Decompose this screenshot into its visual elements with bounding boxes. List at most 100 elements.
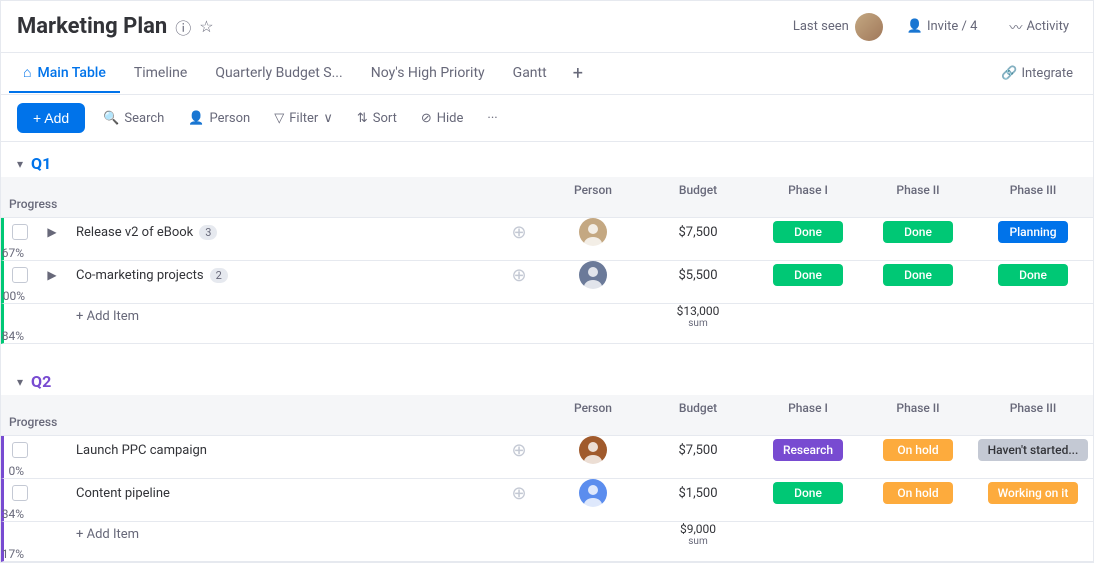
sum-progress-pct: 17% xyxy=(0,547,24,561)
row-checkbox[interactable] xyxy=(4,267,36,283)
row-progress-cell: 0% xyxy=(4,464,36,478)
tab-main-table[interactable]: ⌂ Main Table xyxy=(9,54,120,93)
add-button[interactable]: + Add xyxy=(17,103,85,133)
row-name-cell: Content pipeline xyxy=(68,486,495,501)
row-name-text: Co-marketing projects xyxy=(76,268,204,283)
integrate-label: Integrate xyxy=(1021,66,1073,81)
row-checkbox[interactable] xyxy=(4,442,36,458)
q2-col-budget-header: Budget xyxy=(643,401,753,415)
table-row: ▶ Co-marketing projects 2 ⊕ $5,500 Done … xyxy=(1,261,1093,304)
header-left: Marketing Plan ⓘ ☆ xyxy=(17,14,214,39)
person-filter-icon: 👤 xyxy=(188,111,204,126)
row-badge: 2 xyxy=(210,268,228,283)
tab-timeline[interactable]: Timeline xyxy=(120,55,201,93)
progress-pct: 67% xyxy=(0,246,24,260)
search-icon: 🔍 xyxy=(103,111,119,126)
q1-table-header: Person Budget Phase I Phase II Phase III… xyxy=(1,177,1093,218)
phase2-badge: Done xyxy=(883,264,953,286)
home-icon: ⌂ xyxy=(23,64,31,81)
activity-label: Activity xyxy=(1026,19,1069,34)
checkbox-input[interactable] xyxy=(12,267,28,283)
hide-button[interactable]: ⊘ Hide xyxy=(411,105,474,132)
q2-col-phase3-header: Phase III xyxy=(973,401,1093,415)
progress-pct: 100% xyxy=(0,289,24,303)
more-button[interactable]: ··· xyxy=(477,105,507,132)
q1-add-item-row: + Add Item $13,000 sum 84% xyxy=(1,304,1093,344)
group-q1-header: ▾ Q1 xyxy=(1,142,1093,177)
person-icon: 👤 xyxy=(907,19,923,34)
person-label: Person xyxy=(210,111,251,126)
q2-add-item-button[interactable]: + Add Item xyxy=(68,527,495,542)
avatar xyxy=(855,13,883,41)
table-row: Content pipeline ⊕ $1,500 Done On hold W… xyxy=(1,479,1093,522)
table-row: Launch PPC campaign ⊕ $7,500 Research On… xyxy=(1,436,1093,479)
row-add-icon[interactable]: ⊕ xyxy=(495,222,543,243)
row-name-cell: Launch PPC campaign xyxy=(68,443,495,458)
q1-chevron-icon[interactable]: ▾ xyxy=(17,157,23,171)
sum-progress-pct: 84% xyxy=(0,329,24,343)
row-add-icon[interactable]: ⊕ xyxy=(495,483,543,504)
row-checkbox[interactable] xyxy=(4,485,36,501)
row-phase3-cell: Haven't started... xyxy=(973,439,1093,461)
row-phase1-cell: Done xyxy=(753,264,863,286)
row-phase2-cell: Done xyxy=(863,221,973,243)
tab-gantt[interactable]: Gantt xyxy=(499,55,561,93)
row-add-icon[interactable]: ⊕ xyxy=(495,440,543,461)
checkbox-input[interactable] xyxy=(12,442,28,458)
tab-add-button[interactable]: + xyxy=(561,53,595,94)
tab-quarterly-budget[interactable]: Quarterly Budget S... xyxy=(201,55,356,93)
group-q2-label[interactable]: Q2 xyxy=(31,372,51,391)
phase2-badge: On hold xyxy=(883,439,953,461)
row-person-cell xyxy=(543,479,643,507)
phase1-badge: Done xyxy=(773,264,843,286)
tab-noy-high-priority[interactable]: Noy's High Priority xyxy=(357,55,499,93)
row-expand-icon[interactable]: ▶ xyxy=(36,268,68,282)
search-button[interactable]: 🔍 Search xyxy=(93,105,174,132)
q1-col-person-header: Person xyxy=(543,183,643,197)
phase3-badge: Done xyxy=(998,264,1068,286)
phase2-badge: Done xyxy=(883,221,953,243)
checkbox-input[interactable] xyxy=(12,485,28,501)
progress-pct: 0% xyxy=(0,464,24,478)
last-seen: Last seen xyxy=(793,13,883,41)
star-icon[interactable]: ☆ xyxy=(199,17,213,36)
person-avatar xyxy=(579,479,607,507)
group-spacer xyxy=(1,344,1093,360)
filter-label: Filter xyxy=(289,111,318,126)
info-icon[interactable]: ⓘ xyxy=(175,15,191,39)
row-name-cell: Co-marketing projects 2 xyxy=(68,268,495,283)
integrate-button[interactable]: 🔗 Integrate xyxy=(989,58,1085,89)
phase1-badge: Research xyxy=(773,439,843,461)
invite-label: Invite / 4 xyxy=(927,19,977,34)
activity-button[interactable]: 〰 Activity xyxy=(1001,13,1077,40)
q1-add-item-button[interactable]: + Add Item xyxy=(68,309,495,324)
row-person-cell xyxy=(543,436,643,464)
app-container: Marketing Plan ⓘ ☆ Last seen 👤 Invite / … xyxy=(0,0,1094,563)
q2-col-person-header: Person xyxy=(543,401,643,415)
search-label: Search xyxy=(124,111,164,126)
row-add-icon[interactable]: ⊕ xyxy=(495,265,543,286)
row-budget-cell: $5,500 xyxy=(643,268,753,283)
row-expand-icon[interactable]: ▶ xyxy=(36,225,68,239)
filter-button[interactable]: ▽ Filter ∨ xyxy=(264,105,343,132)
group-q2: ▾ Q2 Person Budget Phase I Phase II Phas… xyxy=(1,360,1093,562)
row-person-cell xyxy=(543,261,643,289)
q2-sum-budget: $9,000 sum xyxy=(643,522,753,547)
group-q1-label[interactable]: Q1 xyxy=(31,154,51,173)
invite-button[interactable]: 👤 Invite / 4 xyxy=(899,15,986,38)
filter-chevron-icon: ∨ xyxy=(323,111,333,126)
person-button[interactable]: 👤 Person xyxy=(178,105,260,132)
header-right: Last seen 👤 Invite / 4 〰 Activity xyxy=(793,13,1077,41)
row-phase1-cell: Done xyxy=(753,482,863,504)
row-progress-cell: 34% xyxy=(4,507,36,521)
integrate-icon: 🔗 xyxy=(1001,66,1017,81)
row-checkbox[interactable] xyxy=(4,224,36,240)
q2-chevron-icon[interactable]: ▾ xyxy=(17,375,23,389)
q1-col-phase3-header: Phase III xyxy=(973,183,1093,197)
last-seen-label: Last seen xyxy=(793,19,849,34)
sort-button[interactable]: ⇅ Sort xyxy=(347,105,407,132)
q2-col-phase1-header: Phase I xyxy=(753,401,863,415)
toolbar: + Add 🔍 Search 👤 Person ▽ Filter ∨ ⇅ Sor… xyxy=(1,95,1093,142)
q1-sum-budget: $13,000 sum xyxy=(643,304,753,329)
checkbox-input[interactable] xyxy=(12,224,28,240)
